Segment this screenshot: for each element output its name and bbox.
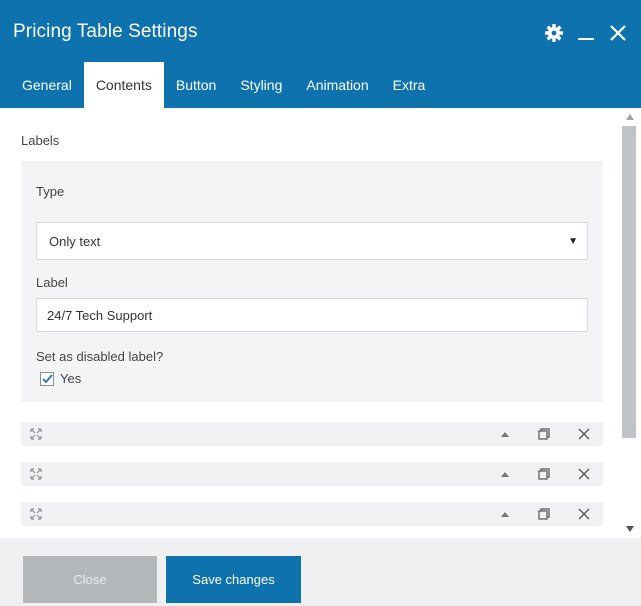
label-field-label: Label [36, 275, 68, 290]
dialog-title: Pricing Table Settings [13, 21, 198, 42]
tab-contents[interactable]: Contents [83, 62, 164, 108]
label-item-collapsed [21, 462, 603, 486]
item-actions [485, 422, 603, 446]
scrollbar[interactable] [620, 108, 641, 538]
label-item-collapsed [21, 422, 603, 446]
duplicate-button[interactable] [525, 422, 563, 446]
caret-up-icon [501, 511, 509, 517]
label-item-collapsed [21, 502, 603, 526]
minimize-icon[interactable] [575, 22, 597, 44]
label-item-body: Type Only text ▼ Label 24/7 Tech Support… [21, 164, 603, 402]
gear-icon[interactable] [543, 22, 565, 44]
scroll-down-arrow-icon[interactable] [626, 526, 634, 532]
duplicate-icon [538, 468, 550, 480]
section-label: Labels [21, 133, 60, 148]
remove-icon [578, 468, 590, 480]
tab-styling[interactable]: Styling [228, 62, 294, 108]
drag-handle-icon[interactable] [29, 467, 43, 481]
duplicate-icon [538, 428, 550, 440]
move-up-button[interactable] [487, 462, 523, 486]
tab-button[interactable]: Button [164, 62, 228, 108]
duplicate-button[interactable] [525, 462, 563, 486]
item-actions [485, 502, 603, 526]
disabled-label-checkbox[interactable] [40, 372, 54, 386]
type-select-value: Only text [49, 234, 101, 249]
move-up-button[interactable] [487, 422, 523, 446]
header-controls [543, 22, 629, 44]
move-up-button[interactable] [487, 502, 523, 526]
drag-handle-icon[interactable] [29, 427, 43, 441]
label-input[interactable]: 24/7 Tech Support [36, 298, 588, 332]
checkmark-icon [41, 374, 53, 384]
tab-bar: General Contents Button Styling Animatio… [0, 62, 437, 108]
duplicate-icon [538, 508, 550, 520]
duplicate-button[interactable] [525, 502, 563, 526]
tab-extra[interactable]: Extra [381, 62, 438, 108]
scroll-thumb[interactable] [622, 126, 636, 438]
tab-general[interactable]: General [0, 62, 84, 108]
close-icon[interactable] [607, 22, 629, 44]
remove-button[interactable] [565, 422, 603, 446]
remove-button[interactable] [565, 462, 603, 486]
item-actions [485, 462, 603, 486]
drag-handle-icon[interactable] [29, 507, 43, 521]
type-select[interactable]: Only text ▼ [36, 222, 588, 260]
caret-up-icon [501, 471, 509, 477]
remove-icon [578, 508, 590, 520]
close-button[interactable]: Close [23, 556, 157, 603]
checkbox-label: Yes [60, 371, 82, 386]
dialog-header: Pricing Table Settings General Contents … [0, 0, 641, 108]
save-changes-button[interactable]: Save changes [166, 556, 301, 603]
type-label: Type [36, 184, 65, 199]
disabled-label-question: Set as disabled label? [36, 349, 164, 364]
dropdown-arrow-icon: ▼ [568, 236, 578, 247]
remove-button[interactable] [565, 502, 603, 526]
dialog-footer: Close Save changes [0, 538, 641, 606]
caret-up-icon [501, 431, 509, 437]
scroll-up-arrow-icon[interactable] [626, 114, 634, 120]
tab-animation[interactable]: Animation [294, 62, 380, 108]
remove-icon [578, 428, 590, 440]
contents-panel: Labels Type Only text ▼ Label 24/7 Tech … [0, 108, 620, 538]
